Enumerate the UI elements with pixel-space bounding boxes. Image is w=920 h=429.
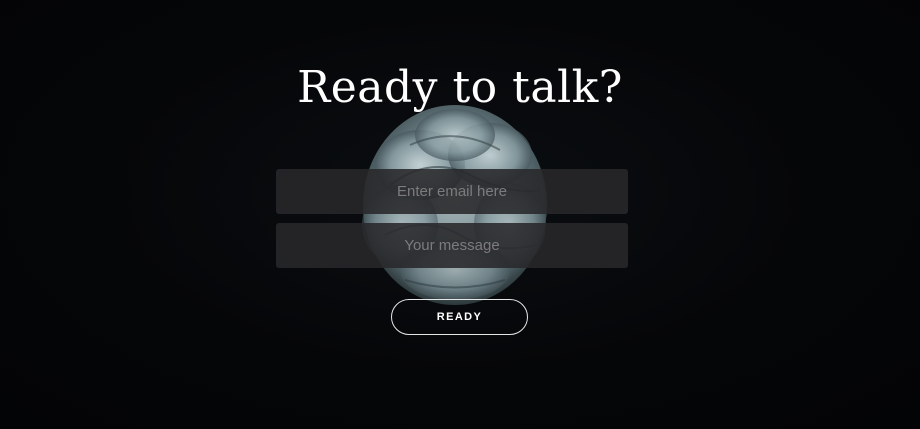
contact-section: Ready to talk? READY: [0, 0, 920, 429]
page-title: Ready to talk?: [297, 62, 623, 113]
message-field[interactable]: [276, 223, 628, 268]
ready-button[interactable]: READY: [391, 299, 528, 335]
email-field[interactable]: [276, 169, 628, 214]
